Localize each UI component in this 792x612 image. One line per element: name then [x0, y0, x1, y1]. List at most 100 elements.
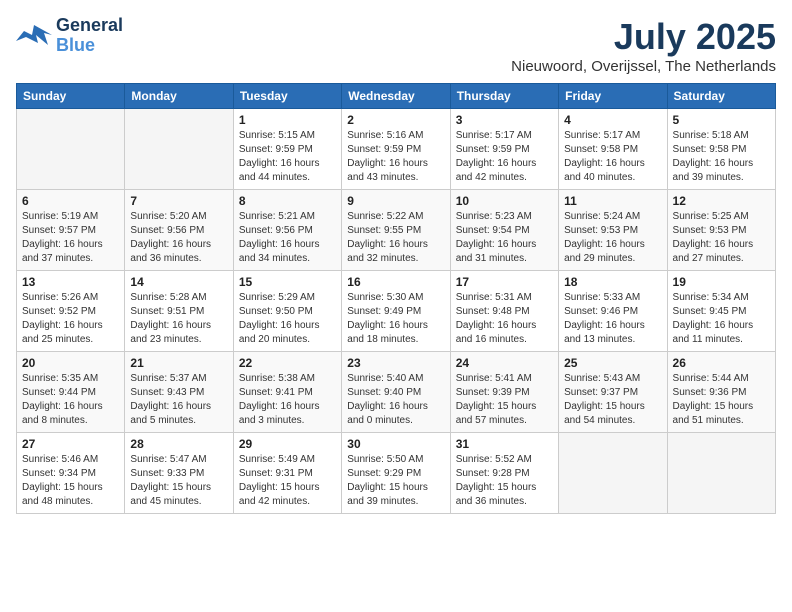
calendar-cell: 24 Sunrise: 5:41 AM Sunset: 9:39 PM Dayli… — [450, 352, 558, 433]
day-info: Sunrise: 5:40 AM Sunset: 9:40 PM Dayligh… — [347, 372, 444, 428]
day-info: Sunrise: 5:49 AM Sunset: 9:31 PM Dayligh… — [239, 453, 336, 509]
day-number: 21 — [130, 356, 227, 370]
calendar-cell: 28 Sunrise: 5:47 AM Sunset: 9:33 PM Dayli… — [125, 433, 233, 514]
day-number: 7 — [130, 194, 227, 208]
weekday-header-monday: Monday — [125, 84, 233, 109]
day-number: 20 — [22, 356, 119, 370]
calendar-cell: 15Sunrise: 5:29 AM Sunset: 9:50 PM Dayli… — [233, 271, 341, 352]
day-info: Sunrise: 5:41 AM Sunset: 9:39 PM Dayligh… — [456, 372, 553, 428]
calendar-cell: 27 Sunrise: 5:46 AM Sunset: 9:34 PM Dayli… — [17, 433, 125, 514]
day-info: Sunrise: 5:17 AM Sunset: 9:59 PM Dayligh… — [456, 129, 553, 185]
weekday-header-sunday: Sunday — [17, 84, 125, 109]
logo-text: General Blue — [56, 16, 123, 56]
calendar-cell — [17, 109, 125, 190]
day-number: 26 — [673, 356, 770, 370]
logo-icon — [16, 21, 52, 51]
calendar-cell: 22 Sunrise: 5:38 AM Sunset: 9:41 PM Dayli… — [233, 352, 341, 433]
day-info: Sunrise: 5:15 AM Sunset: 9:59 PM Dayligh… — [239, 129, 336, 185]
calendar-cell: 5 Sunrise: 5:18 AM Sunset: 9:58 PM Daylig… — [667, 109, 775, 190]
day-number: 19 — [673, 275, 770, 289]
day-info: Sunrise: 5:31 AM Sunset: 9:48 PM Dayligh… — [456, 291, 553, 347]
day-info: Sunrise: 5:22 AM Sunset: 9:55 PM Dayligh… — [347, 210, 444, 266]
calendar-cell: 26Sunrise: 5:44 AM Sunset: 9:36 PM Dayli… — [667, 352, 775, 433]
day-info: Sunrise: 5:50 AM Sunset: 9:29 PM Dayligh… — [347, 453, 444, 509]
day-info: Sunrise: 5:30 AM Sunset: 9:49 PM Dayligh… — [347, 291, 444, 347]
day-number: 17 — [456, 275, 553, 289]
day-number: 25 — [564, 356, 661, 370]
day-number: 4 — [564, 113, 661, 127]
calendar-cell: 30 Sunrise: 5:50 AM Sunset: 9:29 PM Dayli… — [342, 433, 450, 514]
weekday-header-wednesday: Wednesday — [342, 84, 450, 109]
day-info: Sunrise: 5:29 AM Sunset: 9:50 PM Dayligh… — [239, 291, 336, 347]
calendar-cell: 19 Sunrise: 5:34 AM Sunset: 9:45 PM Dayli… — [667, 271, 775, 352]
day-number: 12 — [673, 194, 770, 208]
calendar-week-row: 1 Sunrise: 5:15 AM Sunset: 9:59 PM Daylig… — [17, 109, 776, 190]
calendar-cell: 11 Sunrise: 5:24 AM Sunset: 9:53 PM Dayli… — [559, 190, 667, 271]
page-header: General Blue July 2025 Nieuwoord, Overij… — [16, 16, 776, 75]
day-info: Sunrise: 5:33 AM Sunset: 9:46 PM Dayligh… — [564, 291, 661, 347]
day-number: 16 — [347, 275, 444, 289]
day-info: Sunrise: 5:37 AM Sunset: 9:43 PM Dayligh… — [130, 372, 227, 428]
calendar-week-row: 6 Sunrise: 5:19 AM Sunset: 9:57 PM Daylig… — [17, 190, 776, 271]
day-number: 28 — [130, 437, 227, 451]
calendar-cell: 6 Sunrise: 5:19 AM Sunset: 9:57 PM Daylig… — [17, 190, 125, 271]
weekday-header-row: SundayMondayTuesdayWednesdayThursdayFrid… — [17, 84, 776, 109]
calendar-cell: 2Sunrise: 5:16 AM Sunset: 9:59 PM Daylig… — [342, 109, 450, 190]
day-info: Sunrise: 5:52 AM Sunset: 9:28 PM Dayligh… — [456, 453, 553, 509]
day-number: 22 — [239, 356, 336, 370]
day-info: Sunrise: 5:24 AM Sunset: 9:53 PM Dayligh… — [564, 210, 661, 266]
calendar-cell: 14 Sunrise: 5:28 AM Sunset: 9:51 PM Dayli… — [125, 271, 233, 352]
day-number: 2 — [347, 113, 444, 127]
day-info: Sunrise: 5:21 AM Sunset: 9:56 PM Dayligh… — [239, 210, 336, 266]
day-info: Sunrise: 5:19 AM Sunset: 9:57 PM Dayligh… — [22, 210, 119, 266]
calendar-cell: 23Sunrise: 5:40 AM Sunset: 9:40 PM Dayli… — [342, 352, 450, 433]
weekday-header-thursday: Thursday — [450, 84, 558, 109]
day-info: Sunrise: 5:26 AM Sunset: 9:52 PM Dayligh… — [22, 291, 119, 347]
day-number: 27 — [22, 437, 119, 451]
day-number: 6 — [22, 194, 119, 208]
day-info: Sunrise: 5:47 AM Sunset: 9:33 PM Dayligh… — [130, 453, 227, 509]
day-info: Sunrise: 5:35 AM Sunset: 9:44 PM Dayligh… — [22, 372, 119, 428]
calendar-cell: 4 Sunrise: 5:17 AM Sunset: 9:58 PM Daylig… — [559, 109, 667, 190]
day-number: 14 — [130, 275, 227, 289]
calendar-cell: 3Sunrise: 5:17 AM Sunset: 9:59 PM Daylig… — [450, 109, 558, 190]
day-info: Sunrise: 5:34 AM Sunset: 9:45 PM Dayligh… — [673, 291, 770, 347]
calendar-cell: 16 Sunrise: 5:30 AM Sunset: 9:49 PM Dayli… — [342, 271, 450, 352]
day-number: 8 — [239, 194, 336, 208]
day-info: Sunrise: 5:23 AM Sunset: 9:54 PM Dayligh… — [456, 210, 553, 266]
month-title: July 2025 — [511, 16, 776, 58]
weekday-header-tuesday: Tuesday — [233, 84, 341, 109]
day-info: Sunrise: 5:18 AM Sunset: 9:58 PM Dayligh… — [673, 129, 770, 185]
calendar-cell: 12Sunrise: 5:25 AM Sunset: 9:53 PM Dayli… — [667, 190, 775, 271]
day-number: 1 — [239, 113, 336, 127]
logo: General Blue — [16, 16, 123, 56]
calendar-cell: 25 Sunrise: 5:43 AM Sunset: 9:37 PM Dayli… — [559, 352, 667, 433]
day-info: Sunrise: 5:38 AM Sunset: 9:41 PM Dayligh… — [239, 372, 336, 428]
calendar-cell: 21 Sunrise: 5:37 AM Sunset: 9:43 PM Dayli… — [125, 352, 233, 433]
calendar-cell — [559, 433, 667, 514]
day-info: Sunrise: 5:28 AM Sunset: 9:51 PM Dayligh… — [130, 291, 227, 347]
calendar-cell: 8 Sunrise: 5:21 AM Sunset: 9:56 PM Daylig… — [233, 190, 341, 271]
weekday-header-friday: Friday — [559, 84, 667, 109]
calendar-cell: 20 Sunrise: 5:35 AM Sunset: 9:44 PM Dayli… — [17, 352, 125, 433]
day-number: 11 — [564, 194, 661, 208]
calendar-cell — [125, 109, 233, 190]
day-number: 10 — [456, 194, 553, 208]
calendar-cell — [667, 433, 775, 514]
day-info: Sunrise: 5:46 AM Sunset: 9:34 PM Dayligh… — [22, 453, 119, 509]
title-block: July 2025 Nieuwoord, Overijssel, The Net… — [511, 16, 776, 75]
day-info: Sunrise: 5:43 AM Sunset: 9:37 PM Dayligh… — [564, 372, 661, 428]
day-number: 5 — [673, 113, 770, 127]
weekday-header-saturday: Saturday — [667, 84, 775, 109]
calendar-cell: 17 Sunrise: 5:31 AM Sunset: 9:48 PM Dayli… — [450, 271, 558, 352]
day-number: 30 — [347, 437, 444, 451]
calendar-cell: 10 Sunrise: 5:23 AM Sunset: 9:54 PM Dayli… — [450, 190, 558, 271]
day-info: Sunrise: 5:20 AM Sunset: 9:56 PM Dayligh… — [130, 210, 227, 266]
day-number: 24 — [456, 356, 553, 370]
calendar-cell: 1 Sunrise: 5:15 AM Sunset: 9:59 PM Daylig… — [233, 109, 341, 190]
calendar-cell: 7 Sunrise: 5:20 AM Sunset: 9:56 PM Daylig… — [125, 190, 233, 271]
calendar-cell: 31Sunrise: 5:52 AM Sunset: 9:28 PM Dayli… — [450, 433, 558, 514]
calendar-week-row: 13Sunrise: 5:26 AM Sunset: 9:52 PM Dayli… — [17, 271, 776, 352]
day-number: 9 — [347, 194, 444, 208]
day-info: Sunrise: 5:17 AM Sunset: 9:58 PM Dayligh… — [564, 129, 661, 185]
